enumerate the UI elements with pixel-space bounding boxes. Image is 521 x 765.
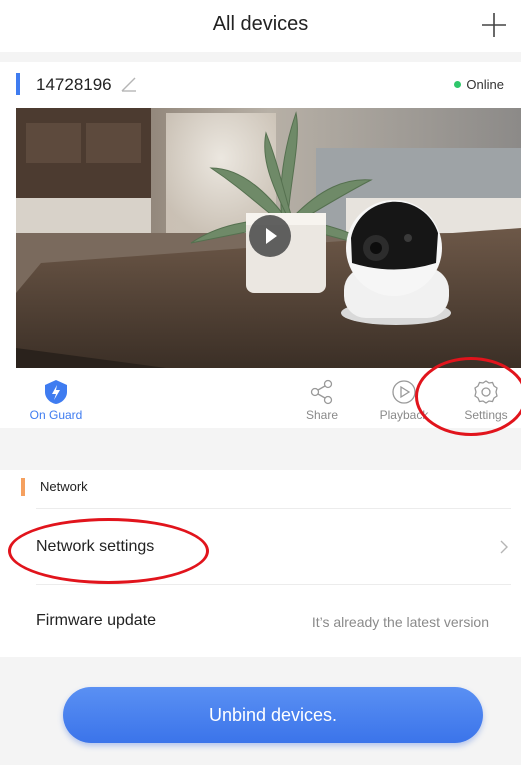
gear-icon bbox=[474, 380, 498, 404]
on-guard-label: On Guard bbox=[29, 408, 83, 422]
on-guard-button[interactable]: On Guard bbox=[26, 368, 86, 428]
firmware-update-label: Firmware update bbox=[36, 612, 157, 629]
bottom-area: Unbind devices. bbox=[0, 657, 521, 765]
section-title: Network bbox=[40, 479, 88, 494]
edit-icon[interactable] bbox=[120, 75, 138, 93]
online-indicator bbox=[454, 81, 462, 88]
top-bar: All devices bbox=[0, 0, 521, 52]
add-device-button[interactable] bbox=[479, 10, 509, 40]
section-accent-bar bbox=[21, 478, 25, 496]
network-settings-row[interactable]: Network settings bbox=[16, 510, 521, 584]
separator bbox=[0, 52, 521, 62]
playback-icon bbox=[392, 380, 416, 404]
share-label: Share bbox=[305, 408, 339, 422]
network-section-header: Network bbox=[16, 470, 521, 506]
status-text: Online bbox=[466, 77, 504, 92]
status-badge: Online bbox=[454, 77, 504, 92]
divider bbox=[36, 508, 511, 509]
playback-button[interactable]: Playback bbox=[374, 368, 434, 428]
add-icon bbox=[482, 13, 506, 37]
separator bbox=[0, 428, 521, 470]
share-icon bbox=[310, 379, 333, 405]
play-button[interactable] bbox=[249, 215, 291, 257]
divider bbox=[36, 584, 511, 585]
chevron-right-icon bbox=[500, 540, 508, 554]
firmware-update-row[interactable]: Firmware update It’s already the latest … bbox=[16, 586, 521, 656]
shield-icon bbox=[45, 380, 67, 404]
play-icon bbox=[266, 228, 277, 244]
camera-preview[interactable] bbox=[16, 108, 521, 368]
playback-label: Playback bbox=[379, 408, 429, 422]
device-header: 14728196 Online bbox=[0, 62, 521, 108]
share-button[interactable]: Share bbox=[297, 368, 347, 428]
network-settings-label: Network settings bbox=[36, 538, 155, 555]
firmware-status: It’s already the latest version bbox=[311, 614, 489, 630]
device-name: 14728196 bbox=[36, 75, 112, 94]
page-title: All devices bbox=[212, 13, 309, 35]
device-accent-bar bbox=[16, 73, 20, 95]
unbind-devices-button[interactable]: Unbind devices. bbox=[63, 687, 483, 743]
settings-button[interactable]: Settings bbox=[456, 368, 516, 428]
settings-label: Settings bbox=[464, 408, 508, 422]
device-action-bar: On Guard Share Playback Settings bbox=[16, 368, 521, 428]
